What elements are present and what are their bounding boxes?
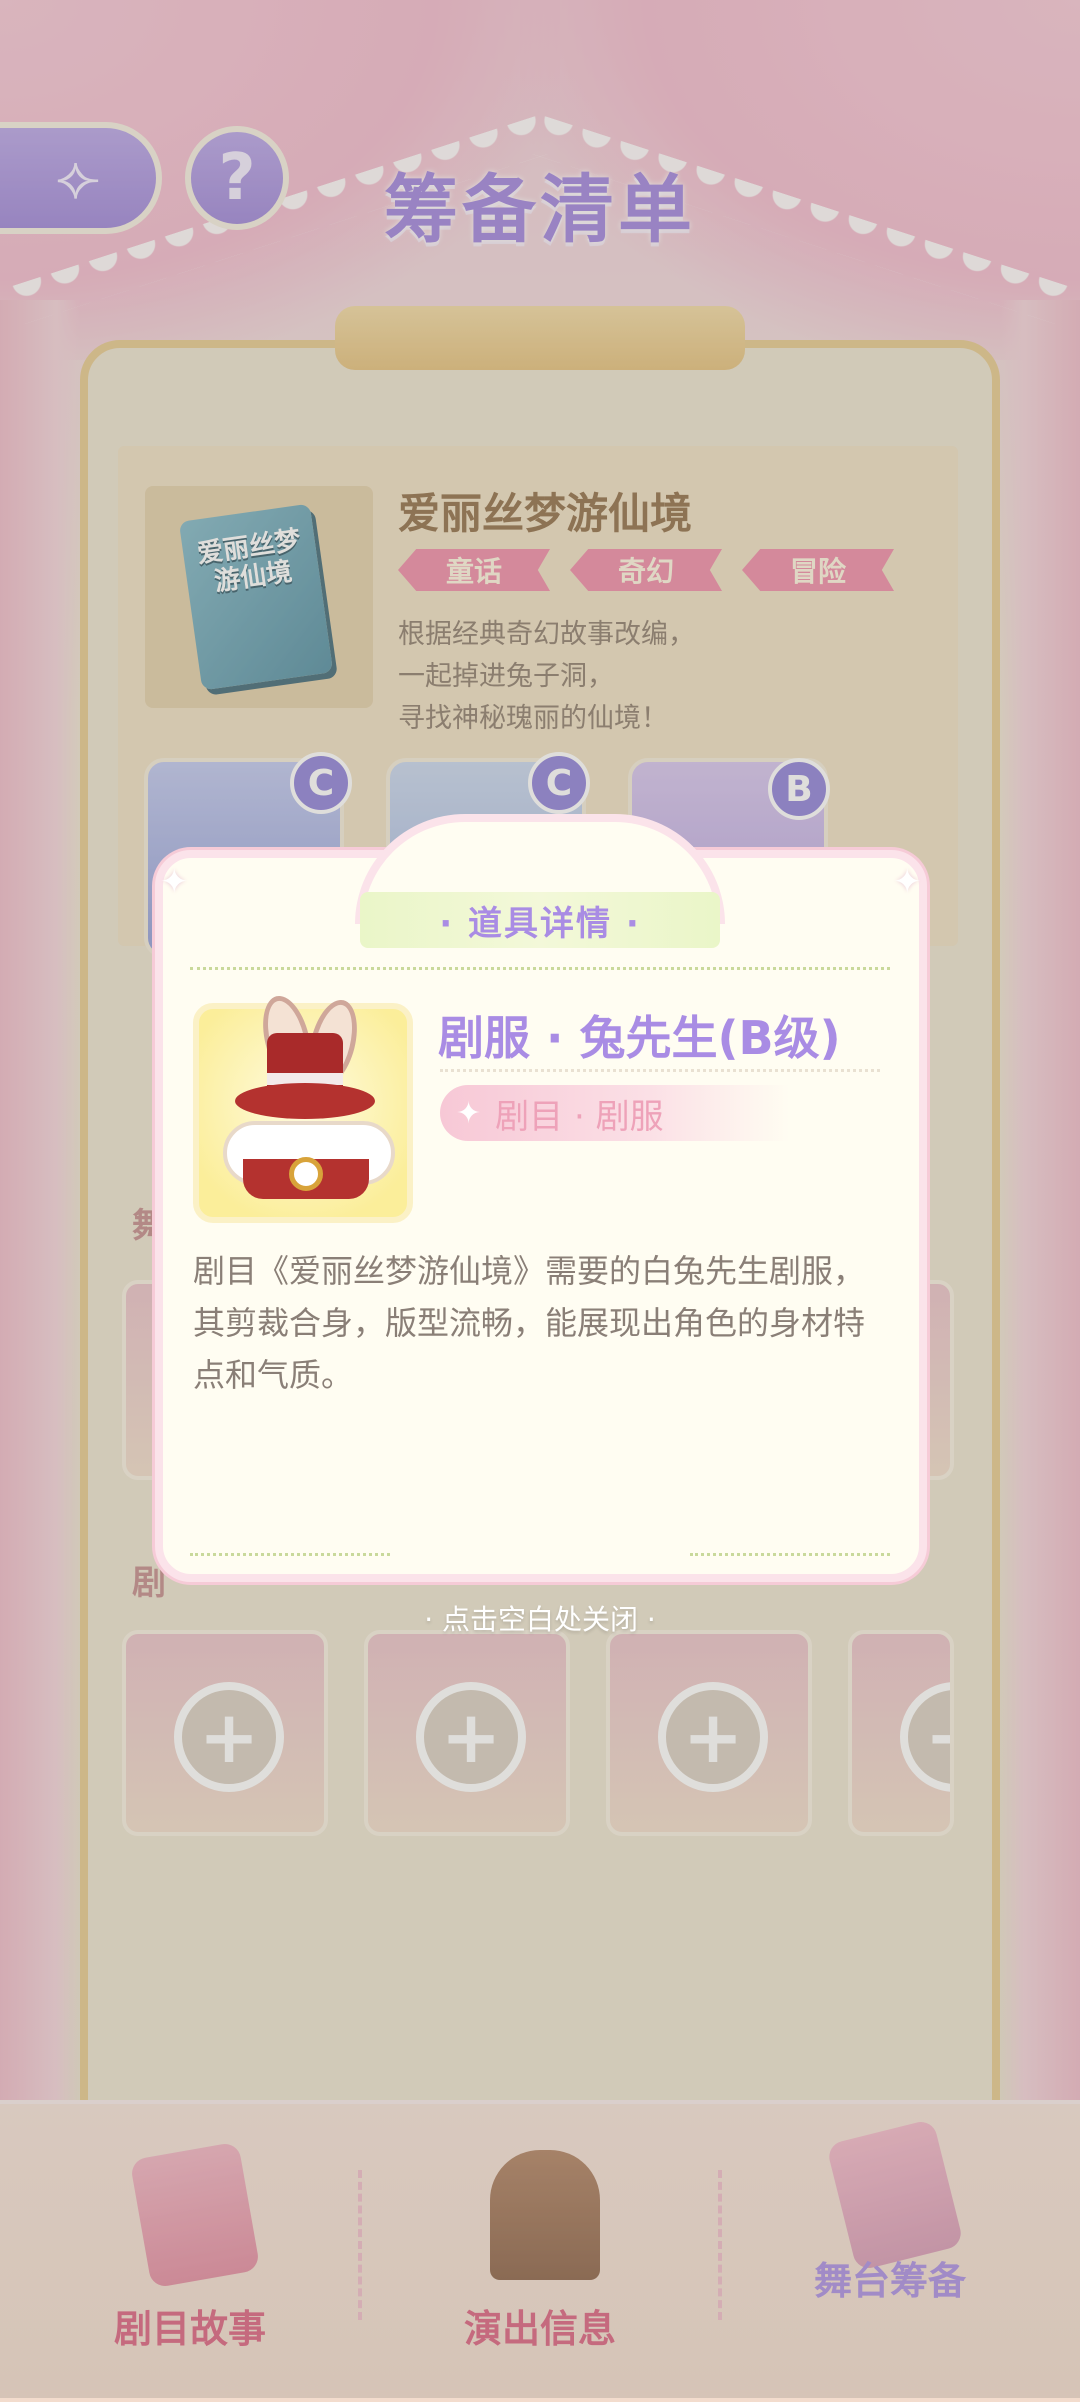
item-description: 剧目《爱丽丝梦游仙境》需要的白兔先生剧服，其剪裁合身，版型流畅，能展现出角色的身… xyxy=(193,1252,866,1394)
item-thumbnail xyxy=(193,990,413,1223)
item-type-label: 剧目 · 剧服 xyxy=(495,1096,664,1137)
dotted-divider xyxy=(690,1553,890,1556)
sparkle-icon: ✦ xyxy=(160,862,189,902)
dotted-divider xyxy=(190,1553,390,1556)
name-divider xyxy=(440,1069,880,1072)
popup-header: · 道具详情 · xyxy=(360,892,720,948)
item-name: 剧服 · 兔先生(B级) xyxy=(438,1011,841,1065)
close-hint: · 点击空白处关闭 · xyxy=(424,1603,656,1636)
star-icon: ✦ xyxy=(456,1095,482,1131)
item-type-badge: ✦ 剧目 · 剧服 xyxy=(440,1085,790,1141)
hat-brim xyxy=(235,1083,375,1119)
pocket-watch-icon xyxy=(289,1157,323,1191)
sparkle-icon: ✦ xyxy=(893,862,922,902)
dotted-divider xyxy=(190,967,890,970)
